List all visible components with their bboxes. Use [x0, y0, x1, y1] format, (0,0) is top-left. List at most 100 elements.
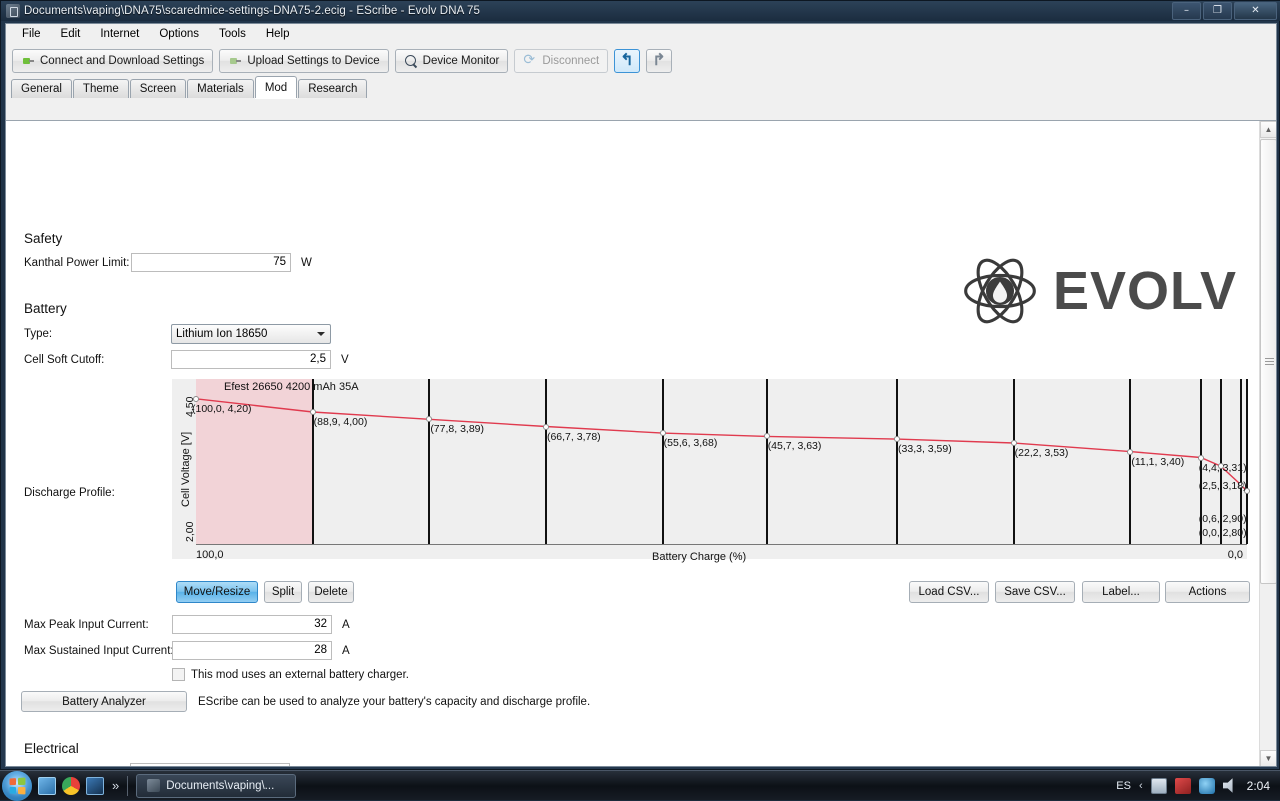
external-charger-checkbox[interactable]: [172, 668, 185, 681]
maximize-button[interactable]: ❐: [1203, 2, 1232, 20]
chart-point-label: (22,2, 3,53): [1015, 447, 1069, 459]
vertical-scrollbar[interactable]: ▲ ▼: [1259, 121, 1276, 766]
client-area: File Edit Internet Options Tools Help Co…: [5, 23, 1277, 767]
chart-data-point[interactable]: [543, 424, 549, 430]
taskbar-item-escribe[interactable]: Documents\vaping\...: [136, 774, 296, 798]
cell-soft-cutoff-label: Cell Soft Cutoff:: [24, 354, 104, 366]
chevron-down-icon: [317, 332, 325, 336]
redo-button[interactable]: [646, 49, 672, 73]
quicklaunch-overflow-icon[interactable]: »: [112, 778, 119, 793]
chart-plot-area[interactable]: (100,0, 4,20)(88,9, 4,00)(77,8, 3,89)(66…: [196, 379, 1247, 544]
maximize-icon: ❐: [1213, 6, 1222, 16]
language-indicator[interactable]: ES: [1116, 780, 1131, 792]
volume-icon[interactable]: [1223, 778, 1239, 794]
cell-soft-cutoff-input[interactable]: 2,5: [171, 350, 331, 369]
move-resize-button[interactable]: Move/Resize: [176, 581, 258, 603]
menu-tools[interactable]: Tools: [209, 25, 256, 43]
chart-point-label: (11,1, 3,40): [1131, 456, 1184, 468]
menu-file[interactable]: File: [12, 25, 51, 43]
scrollbar-thumb[interactable]: [1260, 139, 1276, 584]
quicklaunch-showdesktop-icon[interactable]: [38, 777, 56, 795]
atom-logo-icon: [961, 252, 1039, 330]
battery-type-value: Lithium Ion 18650: [176, 325, 267, 343]
battery-type-select[interactable]: Lithium Ion 18650: [171, 324, 331, 344]
kanthal-power-limit-input[interactable]: 75: [131, 253, 291, 272]
undo-button[interactable]: [614, 49, 640, 73]
device-monitor-button[interactable]: Device Monitor: [395, 49, 509, 73]
chart-data-point[interactable]: [1127, 449, 1133, 455]
chart-data-point[interactable]: [310, 409, 316, 415]
minimize-button[interactable]: –: [1172, 2, 1201, 20]
close-icon: ✕: [1251, 6, 1259, 16]
battery-analyzer-hint: EScribe can be used to analyze your batt…: [198, 696, 590, 708]
tray-expand-icon[interactable]: ‹: [1139, 780, 1143, 792]
external-charger-row[interactable]: This mod uses an external battery charge…: [172, 668, 409, 681]
chart-x-axis-title: Battery Charge (%): [652, 551, 746, 563]
redo-arrow-icon: [652, 54, 666, 68]
chart-point-label: (33,3, 3,59): [898, 443, 952, 455]
undo-arrow-icon: [620, 54, 634, 68]
chart-data-point[interactable]: [1011, 440, 1017, 446]
power-plug-icon[interactable]: [1175, 778, 1191, 794]
taskbar: » Documents\vaping\... ES ‹ 2:04: [0, 770, 1280, 800]
chart-data-point[interactable]: [660, 430, 666, 436]
scroll-up-button[interactable]: ▲: [1260, 121, 1276, 138]
taskbar-separator: [127, 776, 128, 796]
external-charger-label: This mod uses an external battery charge…: [191, 669, 409, 681]
menu-edit[interactable]: Edit: [51, 25, 91, 43]
close-button[interactable]: ✕: [1234, 2, 1277, 20]
taskbar-item-label: Documents\vaping\...: [166, 780, 274, 792]
chart-data-point[interactable]: [193, 396, 199, 402]
menu-help[interactable]: Help: [256, 25, 300, 43]
discharge-profile-label: Discharge Profile:: [24, 487, 115, 499]
chart-point-label: (4,4, 3,31): [1199, 462, 1247, 474]
cell-soft-cutoff-unit: V: [341, 354, 349, 366]
menu-bar: File Edit Internet Options Tools Help: [6, 24, 1276, 45]
device-monitor-label: Device Monitor: [423, 55, 500, 67]
max-sustained-input-current-input[interactable]: 28: [172, 641, 332, 660]
connect-download-settings-button[interactable]: Connect and Download Settings: [12, 49, 213, 73]
scroll-down-button[interactable]: ▼: [1260, 750, 1276, 766]
chart-point-label: (77,8, 3,89): [430, 423, 484, 435]
start-button[interactable]: [2, 771, 32, 801]
minimize-icon: –: [1184, 6, 1189, 16]
save-csv-button[interactable]: Save CSV...: [995, 581, 1075, 603]
chart-x-tick-right: 0,0: [1228, 549, 1243, 561]
chart-data-point[interactable]: [1198, 455, 1204, 461]
network-icon[interactable]: [1199, 778, 1215, 794]
chart-point-label: (66,7, 3,78): [547, 431, 601, 443]
evolv-logo: EVOLV: [961, 251, 1251, 331]
monitor-icon[interactable]: [1151, 778, 1167, 794]
tab-theme[interactable]: Theme: [73, 79, 129, 98]
tab-screen[interactable]: Screen: [130, 79, 186, 98]
media-player-icon[interactable]: [86, 777, 104, 795]
tab-mod[interactable]: Mod: [255, 76, 297, 98]
label-button[interactable]: Label...: [1082, 581, 1160, 603]
chart-x-axis: [196, 544, 1247, 545]
delete-button[interactable]: Delete: [308, 581, 354, 603]
discharge-profile-chart[interactable]: Cell Voltage [V] 4,50 2,00 (100,0, 4,20)…: [172, 379, 1247, 559]
chart-title: Efest 26650 4200 mAh 35A: [224, 381, 359, 393]
disconnect-button: Disconnect: [514, 49, 608, 73]
split-button[interactable]: Split: [264, 581, 302, 603]
tab-materials[interactable]: Materials: [187, 79, 254, 98]
menu-internet[interactable]: Internet: [90, 25, 149, 43]
window-controls: – ❐ ✕: [1172, 2, 1277, 20]
actions-button[interactable]: Actions: [1165, 581, 1250, 603]
tab-research[interactable]: Research: [298, 79, 367, 98]
system-tray: ES ‹ 2:04: [1116, 778, 1280, 794]
taskbar-clock[interactable]: 2:04: [1247, 779, 1270, 793]
load-csv-button[interactable]: Load CSV...: [909, 581, 989, 603]
chrome-icon[interactable]: [62, 777, 80, 795]
max-peak-input-current-input[interactable]: 32: [172, 615, 332, 634]
refresh-icon: [523, 54, 537, 68]
menu-options[interactable]: Options: [149, 25, 209, 43]
max-sustained-input-current-unit: A: [342, 645, 350, 657]
upload-settings-label: Upload Settings to Device: [247, 55, 379, 67]
tab-general[interactable]: General: [11, 79, 72, 98]
evolv-wordmark: EVOLV: [1053, 260, 1237, 322]
mod-resistance-input[interactable]: 0,004: [130, 763, 290, 766]
windows-logo-icon: [10, 777, 26, 794]
battery-analyzer-button[interactable]: Battery Analyzer: [21, 691, 187, 712]
upload-settings-button[interactable]: Upload Settings to Device: [219, 49, 388, 73]
